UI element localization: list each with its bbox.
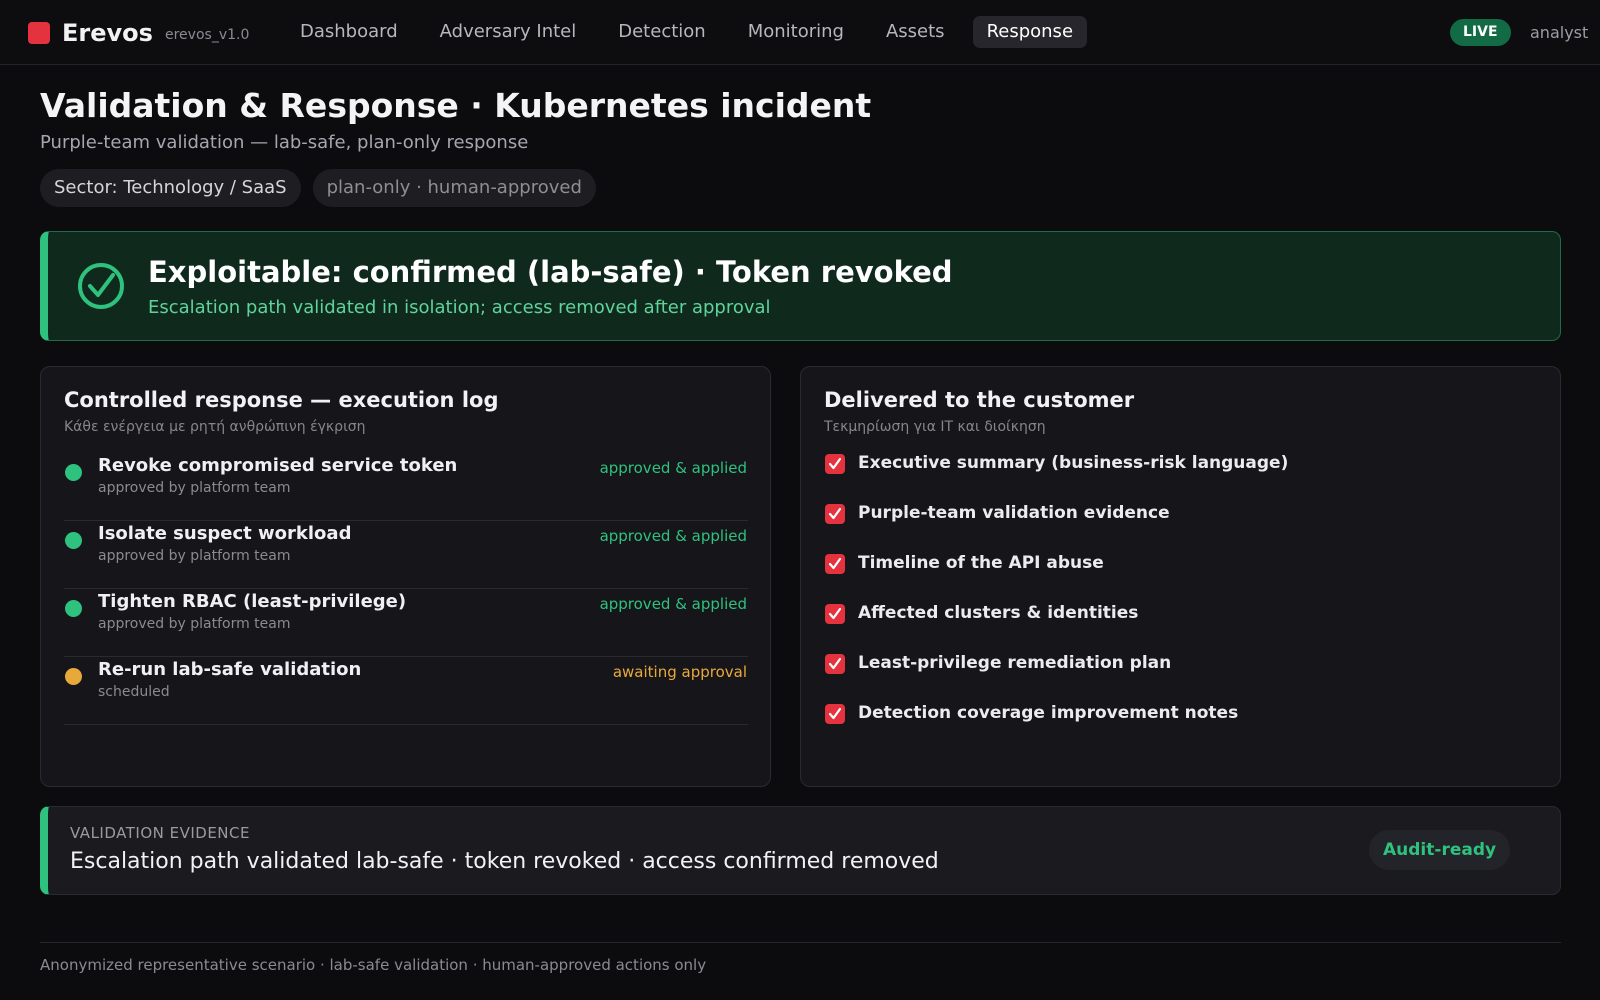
checkbox-checked-icon[interactable] — [825, 554, 845, 574]
deliverable-label: Affected clusters & identities — [858, 603, 1139, 623]
status-dot-icon — [65, 600, 82, 617]
checkbox-checked-icon[interactable] — [825, 454, 845, 474]
status-dot-icon — [65, 532, 82, 549]
app-version: erevos_v1.0 — [165, 27, 250, 43]
page-subtitle: Purple-team validation — lab-safe, plan-… — [40, 132, 529, 153]
page-title: Validation & Response · Kubernetes incid… — [40, 86, 872, 125]
status-dot-icon — [65, 668, 82, 685]
execution-log-title: Controlled response — execution log — [64, 388, 499, 412]
sector-tag: Sector: Technology / SaaS — [40, 169, 301, 207]
execution-log-list: Revoke compromised service token approve… — [64, 453, 748, 725]
evidence-label: VALIDATION EVIDENCE — [70, 824, 250, 842]
deliverables-title: Delivered to the customer — [824, 388, 1135, 412]
log-item-status: approved & applied — [599, 459, 747, 477]
log-item-meta: approved by platform team — [98, 616, 291, 632]
audit-ready-badge: Audit-ready — [1369, 830, 1511, 870]
validation-evidence-panel: VALIDATION EVIDENCE Escalation path vali… — [40, 806, 1561, 895]
check-circle-icon — [75, 260, 127, 312]
log-item-title: Isolate suspect workload — [98, 523, 352, 544]
log-item-meta: scheduled — [98, 684, 170, 700]
deliverable-label: Least-privilege remediation plan — [858, 653, 1172, 673]
execution-log-card: Controlled response — execution log Κάθε… — [40, 366, 771, 787]
log-item[interactable]: Tighten RBAC (least-privilege) approved … — [64, 589, 748, 657]
deliverables-subtitle: Τεκμηρίωση για IT και διοίκηση — [824, 419, 1046, 435]
deliverable-label: Purple-team validation evidence — [858, 503, 1170, 523]
evidence-text: Escalation path validated lab-safe · tok… — [70, 849, 939, 874]
log-item-title: Revoke compromised service token — [98, 455, 458, 476]
log-item-meta: approved by platform team — [98, 480, 291, 496]
alert-subtitle: Escalation path validated in isolation; … — [148, 297, 771, 318]
log-item-status: awaiting approval — [612, 663, 747, 681]
footer-note: Anonymized representative scenario · lab… — [40, 956, 707, 974]
checkbox-checked-icon[interactable] — [825, 604, 845, 624]
checkbox-checked-icon[interactable] — [825, 654, 845, 674]
log-item-title: Re-run lab-safe validation — [98, 659, 362, 680]
deliverables-card: Delivered to the customer Τεκμηρίωση για… — [800, 366, 1561, 787]
footer-divider — [40, 942, 1561, 943]
status-dot-icon — [65, 464, 82, 481]
main-nav: Dashboard Adversary Intel Detection Moni… — [286, 16, 1101, 48]
tag-list: Sector: Technology / SaaS plan-only · hu… — [40, 169, 608, 207]
log-item-title: Tighten RBAC (least-privilege) — [98, 591, 407, 612]
nav-tab-monitoring[interactable]: Monitoring — [734, 16, 858, 48]
checkbox-checked-icon[interactable] — [825, 704, 845, 724]
log-item[interactable]: Re-run lab-safe validation scheduled awa… — [64, 657, 748, 725]
brand-logo-icon — [28, 22, 50, 44]
alert-title: Exploitable: confirmed (lab-safe) · Toke… — [148, 255, 953, 289]
execution-log-subtitle: Κάθε ενέργεια με ρητή ανθρώπινη έγκριση — [64, 419, 366, 435]
log-item-meta: approved by platform team — [98, 548, 291, 564]
mode-tag: plan-only · human-approved — [312, 169, 596, 207]
status-alert-banner: Exploitable: confirmed (lab-safe) · Toke… — [40, 231, 1561, 341]
nav-tab-response[interactable]: Response — [972, 16, 1088, 48]
live-status-badge: LIVE — [1450, 19, 1511, 46]
log-item-status: approved & applied — [599, 595, 747, 613]
log-item-status: approved & applied — [599, 527, 747, 545]
nav-tab-detection[interactable]: Detection — [604, 16, 719, 48]
brand-name: Erevos — [62, 19, 153, 47]
nav-tab-dashboard[interactable]: Dashboard — [286, 16, 412, 48]
checkbox-checked-icon[interactable] — [825, 504, 845, 524]
deliverable-label: Timeline of the API abuse — [858, 553, 1104, 573]
deliverable-label: Detection coverage improvement notes — [858, 703, 1239, 723]
top-navigation-bar: Erevos erevos_v1.0 Dashboard Adversary I… — [0, 0, 1600, 65]
nav-tab-adversary-intel[interactable]: Adversary Intel — [426, 16, 591, 48]
deliverable-label: Executive summary (business-risk languag… — [858, 453, 1289, 473]
log-item[interactable]: Revoke compromised service token approve… — [64, 453, 748, 521]
log-item[interactable]: Isolate suspect workload approved by pla… — [64, 521, 748, 589]
nav-tab-assets[interactable]: Assets — [872, 16, 959, 48]
user-menu[interactable]: analyst — [1530, 23, 1588, 43]
